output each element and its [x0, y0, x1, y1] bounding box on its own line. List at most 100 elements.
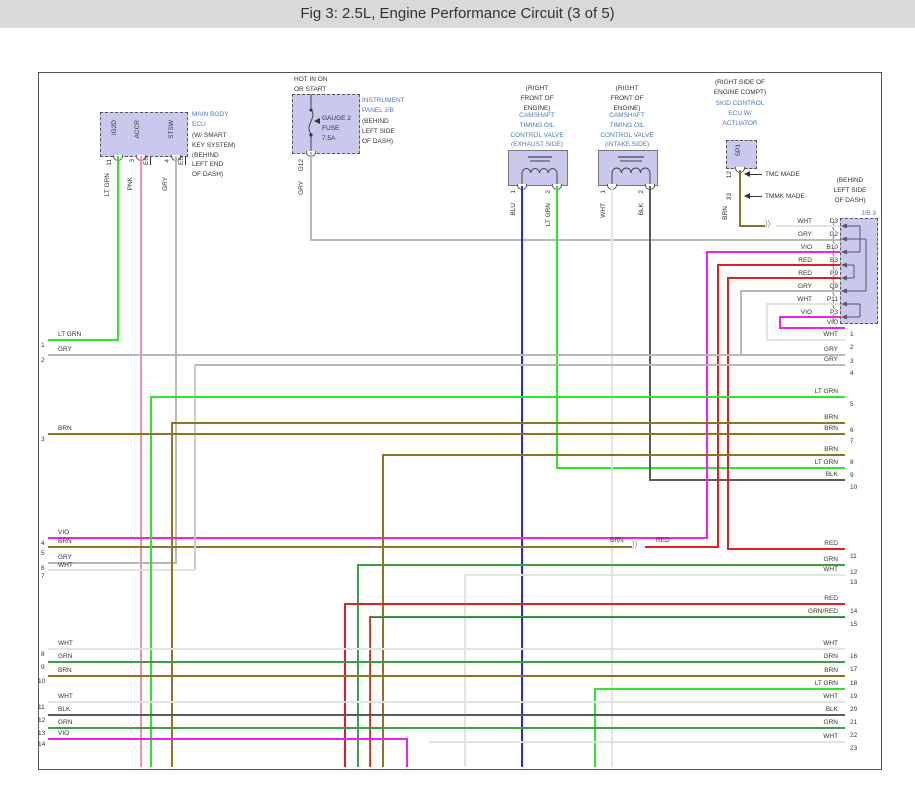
wire-gry-q9-v [740, 290, 742, 355]
jb3-internal-wiring [840, 218, 876, 322]
left-row-number: 13 [38, 729, 45, 739]
right-row-color: GRN/RED [788, 607, 838, 617]
right-row-number: 16 [850, 652, 857, 662]
left-row-color: BRN [58, 424, 72, 434]
ecu-pin-number: 11 [107, 159, 114, 166]
exhaust-pin-number: 1 [511, 190, 518, 194]
left-row-number: 3 [41, 435, 45, 445]
right-row-number: 9 [850, 471, 854, 481]
right-row-color: GRN [788, 555, 838, 565]
right-row-color: GRN [788, 652, 838, 662]
wire-left-row-4 [48, 537, 708, 539]
instrument-panel-jb-label: INSTRUMENT PANEL J/B [362, 96, 405, 116]
ecu-pin-number: 3 [130, 159, 137, 163]
left-row-number: 12 [38, 716, 45, 726]
ecu-wire-color-label: GRY [163, 177, 170, 191]
right-row-color: LT GRN [788, 458, 838, 468]
right-row-number: 20 [850, 705, 857, 715]
fuse-pin-ref: G12 [299, 159, 306, 171]
right-row-number: 12 [850, 568, 857, 578]
right-row-number: 5 [850, 400, 854, 410]
wire-red-p9-v [727, 277, 729, 550]
wire-left-row-13-right-row-22 [48, 727, 845, 729]
wire-red-splice [645, 546, 719, 548]
wire-right-row-14 [344, 603, 845, 605]
exhaust-wire-color-label: LT GRN [546, 203, 553, 226]
right-row-number: 21 [850, 718, 857, 728]
wire-right-row-8 [382, 454, 845, 456]
right-row-number: 22 [850, 731, 857, 741]
right-row-color: VIO [788, 318, 838, 328]
wire-vio-b10 [706, 251, 840, 253]
right-row-number: 2 [850, 343, 854, 353]
left-row-color: VIO [58, 729, 69, 739]
wire-vio-b10-v [706, 251, 708, 539]
wire-brn-d3 [739, 225, 765, 227]
right-row-number: 3 [850, 357, 854, 367]
ecu-connector-ref: E6 [144, 157, 151, 165]
left-row-number: 4 [41, 539, 45, 549]
wire-gry-fuse [310, 152, 312, 241]
right-row-color: BLK [788, 705, 838, 715]
right-row-number: 11 [850, 552, 857, 562]
ecu-pin-label: ACCR [135, 120, 142, 138]
wire-wht-intake [611, 186, 613, 767]
wire-right-row-15 [369, 616, 845, 618]
right-row-number: 1 [850, 330, 854, 340]
right-row-number: 14 [850, 607, 857, 617]
left-row-number: 10 [38, 677, 45, 687]
fuse-pointer-icon [314, 118, 320, 124]
wire-right-row-6 [171, 422, 845, 424]
left-row-number: 8 [41, 650, 45, 660]
wire-wht-d3 [776, 225, 840, 227]
left-row-color: WHT [58, 561, 73, 571]
right-row-number: 10 [850, 483, 857, 493]
wire-left-row-2-right-row-3 [48, 354, 845, 356]
intake-pin-number: 1 [601, 190, 608, 194]
wire-gry-ecu [175, 156, 177, 563]
left-row-number: 9 [41, 663, 45, 673]
wire-left-row-3-right-row-7 [48, 433, 845, 435]
wire-left-row-8-right-row-16 [48, 648, 845, 650]
wire-right-row-12 [357, 564, 845, 566]
wire-red-row14-v [344, 603, 346, 767]
right-row-color: BLK [788, 470, 838, 480]
right-row-number: 19 [850, 692, 857, 702]
left-row-color: GRN [58, 718, 72, 728]
wire-gry-q9 [740, 290, 840, 292]
splice-red-label: RED [656, 536, 670, 546]
right-row-color: GRY [788, 345, 838, 355]
intake-wire-color-label: WHT [601, 203, 608, 218]
wire-left-row-9-right-row-17 [48, 661, 845, 663]
ecu-wire-color-label: LT GRN [105, 173, 112, 196]
right-row-number: 15 [850, 620, 857, 630]
right-row-color: BRN [788, 413, 838, 423]
wire-wht-p11-v [766, 303, 768, 340]
right-row-number: 23 [850, 744, 857, 754]
fuse-power-label: HOT IN ON OR START [294, 75, 327, 95]
wire-right-row-5 [150, 396, 845, 398]
left-row-color: WHT [58, 692, 73, 702]
intake-wire-color-label: BLK [639, 203, 646, 215]
tmc-arrow-line [750, 174, 762, 175]
wire-gry-g2 [310, 239, 840, 241]
left-row-number: 7 [41, 572, 45, 582]
jb3-location: (BEHIND LEFT SIDE OF DASH) [820, 176, 880, 205]
right-row-color: BRN [788, 445, 838, 455]
intake-valve-name: CAMSHAFT TIMING OIL CONTROL VALVE (INTAK… [589, 111, 665, 150]
right-row-number: 13 [850, 578, 857, 588]
wire-ltgrn-exhaust [556, 186, 558, 469]
skid-pin-number: 12 [727, 171, 734, 178]
right-row-number: 8 [850, 458, 854, 468]
left-row-number: 5 [41, 549, 45, 559]
right-row-color: WHT [788, 330, 838, 340]
wire-wht-p11 [766, 303, 840, 305]
left-row-color: BRN [58, 666, 72, 676]
wire-gry-row4-v [194, 364, 196, 570]
right-row-color: RED [788, 539, 838, 549]
ecu-pin-number: 4 [165, 159, 172, 163]
left-row-number: 1 [41, 341, 45, 351]
wire-blu-exhaust [521, 186, 523, 767]
right-row-color: BRN [788, 424, 838, 434]
exhaust-wire-color-label: BLU [511, 203, 518, 216]
